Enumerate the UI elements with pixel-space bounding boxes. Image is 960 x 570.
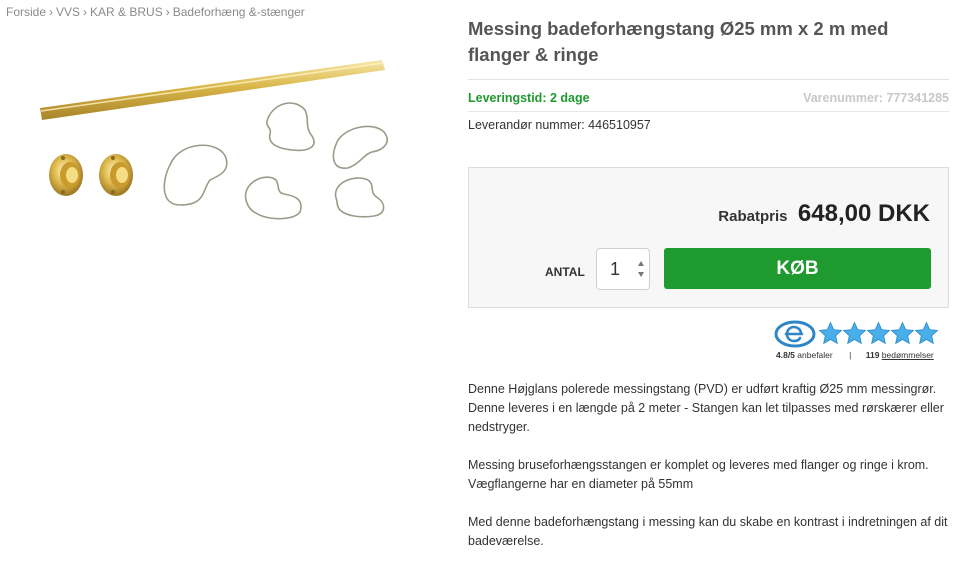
wall-flange-left [49, 154, 83, 196]
chevron-up-icon[interactable] [636, 257, 646, 269]
star-icon [890, 321, 915, 345]
price-label: Rabatpris [718, 208, 788, 225]
wall-flange-right [99, 154, 133, 196]
price-value: 648,00 DKK [797, 200, 930, 227]
quantity-label: ANTAL [545, 265, 585, 279]
review-count: 119 [865, 350, 880, 360]
quantity-input[interactable] [597, 249, 633, 289]
rating-stars [818, 321, 939, 351]
breadcrumb-vvs[interactable]: VVS [56, 5, 80, 19]
item-number: Varenummer: 777341285 [803, 91, 949, 105]
shower-rings [163, 102, 388, 220]
rating-separator: | [849, 350, 852, 360]
brass-rod [40, 60, 385, 120]
reviews-link[interactable]: bedømmelser [882, 350, 934, 360]
price-row: Rabatpris 648,00 DKK [718, 200, 930, 228]
breadcrumb-separator: › [83, 5, 88, 19]
rating-recommend: anbefaler [797, 350, 833, 360]
e-maerket-icon [774, 320, 816, 348]
chevron-down-icon[interactable] [636, 269, 646, 281]
breadcrumb-separator: › [165, 5, 170, 19]
rating-score: 4.8/5 [776, 350, 795, 360]
star-icon [842, 321, 867, 345]
rating-summary: 4.8/5 anbefaler | 119 bedømmelser [776, 350, 934, 360]
product-title: Messing badeforhængstang Ø25 mm x 2 m me… [468, 18, 889, 65]
divider [468, 111, 949, 112]
star-icon [866, 321, 891, 345]
product-image[interactable] [30, 40, 400, 240]
delivery-time: Leveringstid: 2 dage [468, 91, 590, 105]
divider [468, 79, 949, 80]
supplier-number: Leverandør nummer: 446510957 [468, 118, 651, 132]
description-paragraph: Messing bruseforhængsstangen er komplet … [468, 458, 929, 491]
buy-button[interactable]: KØB [664, 248, 931, 289]
description-paragraph: Med denne badeforhængstang i messing kan… [468, 515, 948, 548]
breadcrumb-current[interactable]: Badeforhæng &-stænger [173, 5, 305, 19]
price-box: Rabatpris 648,00 DKK ANTAL KØB [468, 167, 949, 308]
breadcrumb: Forside › VVS › KAR & BRUS › Badeforhæng &-stæ… [6, 5, 305, 19]
star-icon [818, 321, 843, 345]
product-description: Denne Højglans polerede messingstang (PV… [468, 380, 953, 570]
breadcrumb-home[interactable]: Forside [6, 5, 46, 19]
description-paragraph: Denne Højglans polerede messingstang (PV… [468, 382, 944, 434]
e-maerket-rating[interactable]: 4.8/5 anbefaler | 119 bedømmelser [774, 320, 949, 364]
quantity-stepper[interactable] [596, 248, 650, 290]
breadcrumb-separator: › [49, 5, 54, 19]
star-icon [914, 321, 939, 345]
breadcrumb-kar-brus[interactable]: KAR & BRUS [90, 5, 163, 19]
